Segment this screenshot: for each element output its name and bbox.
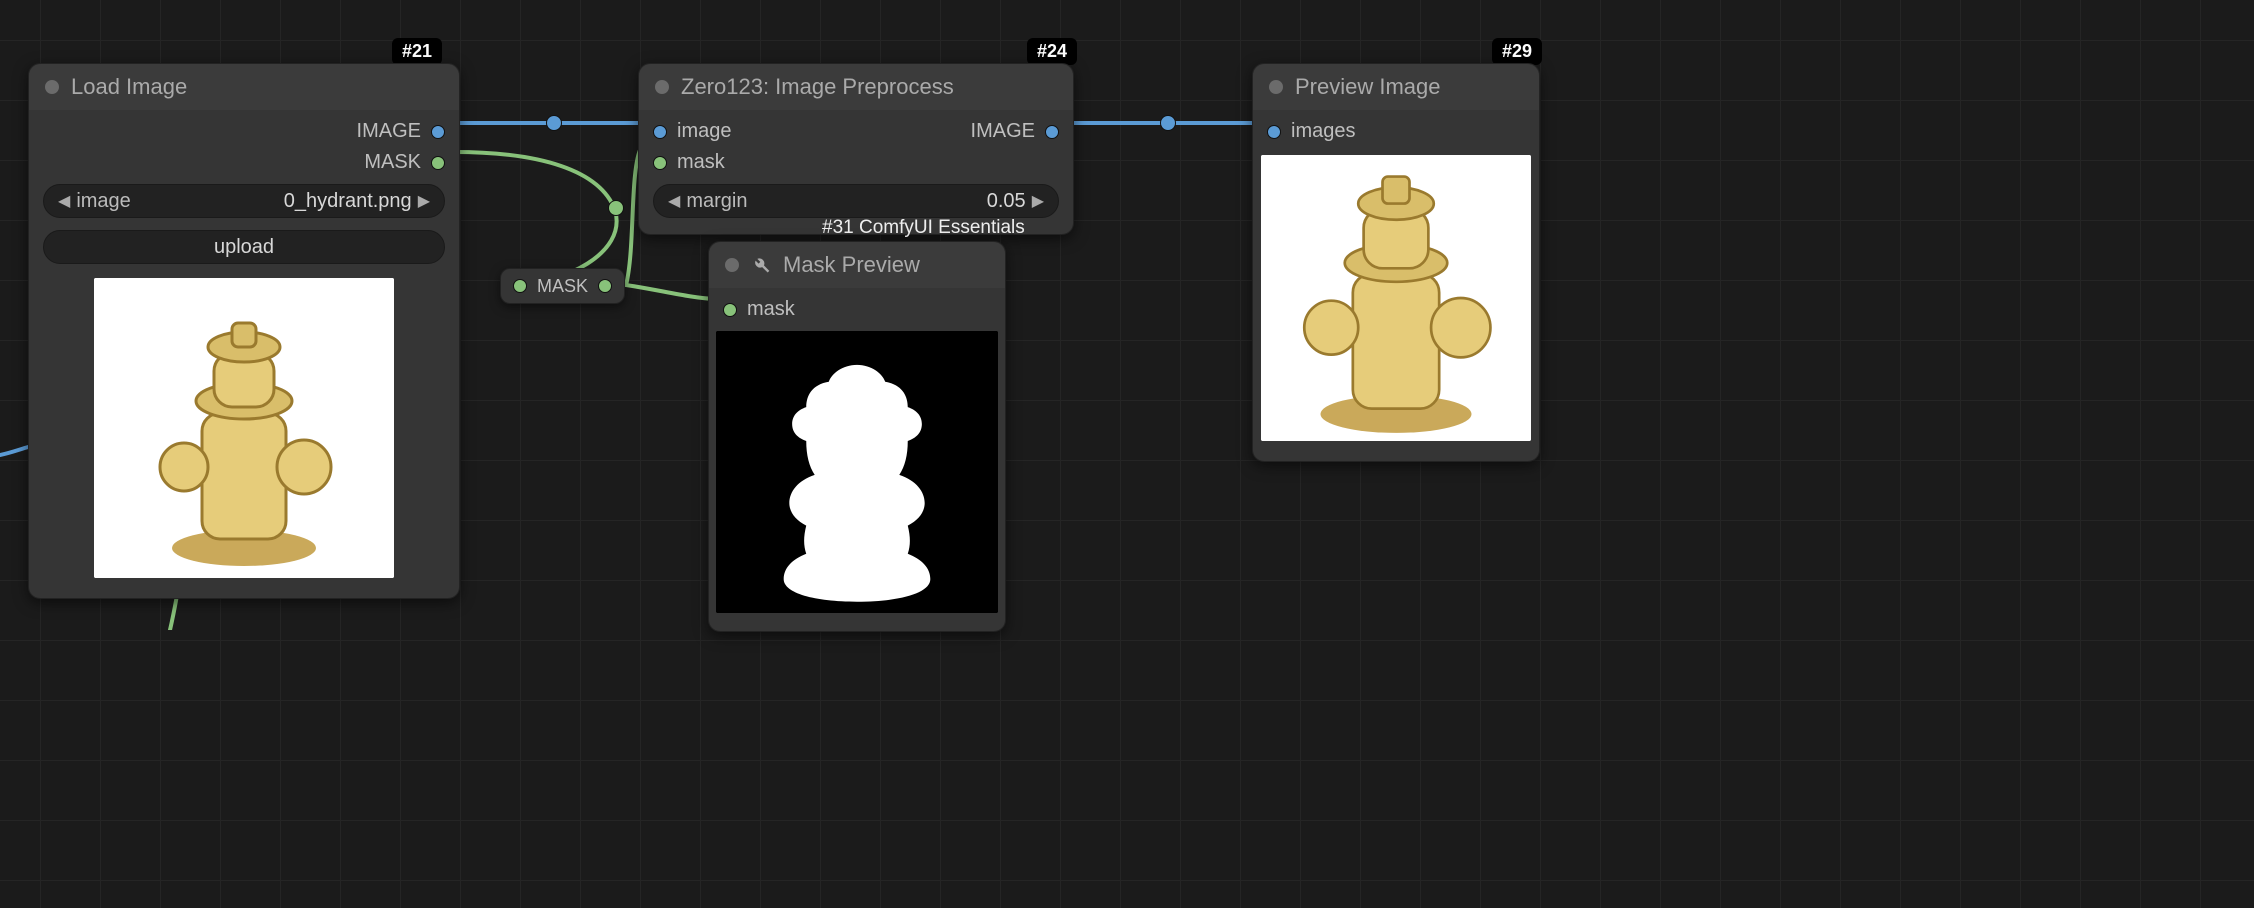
output-label: MASK (364, 151, 421, 174)
wrench-icon (751, 255, 771, 275)
collapse-toggle[interactable] (725, 258, 739, 272)
output-port[interactable] (431, 156, 445, 170)
mask-preview (716, 331, 998, 613)
input-label: mask (677, 151, 725, 174)
input-port[interactable] (1267, 125, 1281, 139)
decrement-arrow-icon[interactable]: ◀ (664, 191, 684, 211)
button-label: upload (54, 236, 434, 259)
widget-value: 0_hydrant.png (284, 190, 412, 213)
image-combo-widget[interactable]: ◀ image 0_hydrant.png ▶ (43, 184, 445, 218)
reroute-output-port[interactable] (598, 279, 612, 293)
input-label: images (1291, 120, 1355, 143)
wire-waypoint[interactable] (1160, 115, 1176, 131)
node-graph-canvas[interactable]: #21 Load Image IMAGE MASK ◀ image 0_hydr… (0, 0, 2254, 908)
node-header[interactable]: Mask Preview (709, 242, 1005, 288)
input-label: mask (747, 298, 795, 321)
input-port[interactable] (653, 156, 667, 170)
input-label: image (677, 120, 731, 143)
node-header[interactable]: Preview Image (1253, 64, 1539, 110)
wire-waypoint[interactable] (608, 200, 624, 216)
widget-label: margin (686, 190, 747, 213)
wire-waypoint[interactable] (546, 115, 562, 131)
widget-label: image (76, 190, 130, 213)
reroute-label: MASK (537, 276, 588, 297)
image-preview (1261, 155, 1531, 441)
node-id-badge: #21 (392, 38, 442, 65)
output-port[interactable] (1045, 125, 1059, 139)
node-preview-image[interactable]: Preview Image images (1252, 63, 1540, 462)
output-port[interactable] (431, 125, 445, 139)
reroute-input-port[interactable] (513, 279, 527, 293)
node-title: Load Image (71, 74, 187, 100)
output-label: IMAGE (971, 120, 1035, 143)
node-zero123-preprocess[interactable]: Zero123: Image Preprocess image IMAGE ma… (638, 63, 1074, 235)
node-mask-preview[interactable]: Mask Preview mask (708, 241, 1006, 632)
collapse-toggle[interactable] (655, 80, 669, 94)
node-id-badge: #31 ComfyUI Essentials (812, 214, 1035, 242)
next-arrow-icon[interactable]: ▶ (414, 191, 434, 211)
output-slot-image[interactable]: IMAGE (971, 120, 1059, 143)
image-preview (94, 278, 394, 578)
collapse-toggle[interactable] (1269, 80, 1283, 94)
input-port[interactable] (653, 125, 667, 139)
node-title: Mask Preview (783, 252, 920, 278)
input-slot-mask[interactable]: mask (639, 147, 1073, 178)
output-label: IMAGE (357, 120, 421, 143)
input-slot-mask[interactable]: mask (709, 294, 1005, 325)
node-id-badge: #24 (1027, 38, 1077, 65)
increment-arrow-icon[interactable]: ▶ (1028, 191, 1048, 211)
node-load-image[interactable]: Load Image IMAGE MASK ◀ image 0_hydrant.… (28, 63, 460, 599)
reroute-node-mask[interactable]: MASK (500, 268, 625, 304)
input-port[interactable] (723, 303, 737, 317)
upload-button[interactable]: upload (43, 230, 445, 264)
output-slot-image[interactable]: IMAGE (29, 116, 459, 147)
node-header[interactable]: Zero123: Image Preprocess (639, 64, 1073, 110)
prev-arrow-icon[interactable]: ◀ (54, 191, 74, 211)
output-slot-mask[interactable]: MASK (29, 147, 459, 178)
collapse-toggle[interactable] (45, 80, 59, 94)
node-title: Zero123: Image Preprocess (681, 74, 954, 100)
node-id-badge: #29 (1492, 38, 1542, 65)
node-header[interactable]: Load Image (29, 64, 459, 110)
node-title: Preview Image (1295, 74, 1441, 100)
input-slot-images[interactable]: images (1253, 116, 1539, 147)
widget-value: 0.05 (987, 190, 1026, 213)
input-slot-image[interactable]: image (653, 120, 731, 143)
margin-number-widget[interactable]: ◀ margin 0.05 ▶ (653, 184, 1059, 218)
